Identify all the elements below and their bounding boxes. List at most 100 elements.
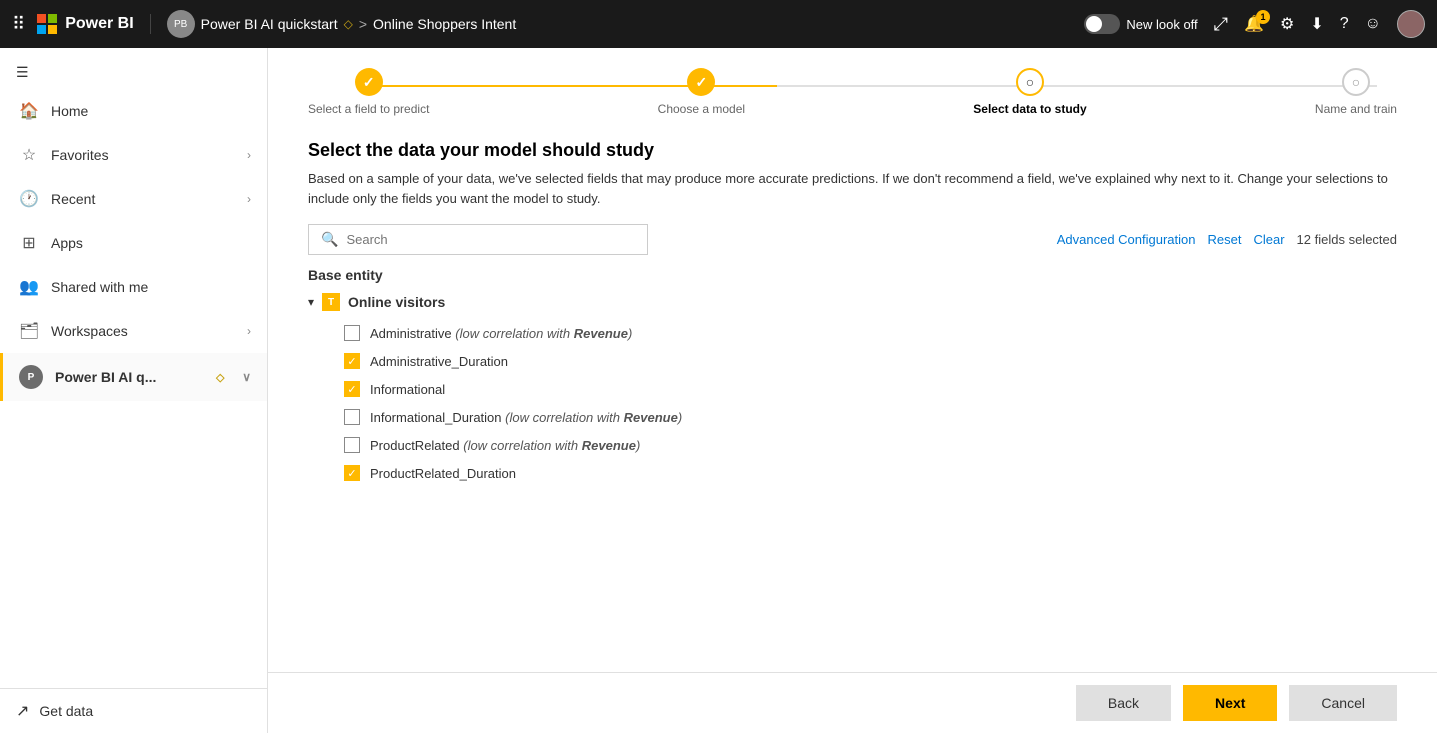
sidebar-item-recent[interactable]: 🕐 Recent › [0,177,267,221]
field-item-info-duration: Informational_Duration (low correlation … [308,403,1377,431]
checkbox-product-related[interactable] [344,437,360,453]
new-look-label: New look off [1126,17,1197,32]
user-avatar[interactable] [1397,10,1425,38]
workspaces-icon: 🗂 [19,321,39,341]
download-icon[interactable]: ⬇ [1310,14,1323,34]
actions-right: Advanced Configuration Reset Clear 12 fi… [1057,232,1397,247]
chevron-recent-icon: › [247,192,251,206]
entity-label: Base entity [308,267,1377,283]
breadcrumb-workspace-name[interactable]: Power BI AI quickstart [201,16,338,32]
step4-label: Name and train [1315,102,1397,116]
wizard-step-3[interactable]: ○ Select data to study [973,68,1086,116]
help-icon[interactable]: ? [1340,15,1349,33]
checkbox-product-duration[interactable] [344,465,360,481]
field-item-administrative: Administrative (low correlation with Rev… [308,319,1377,347]
checkbox-informational[interactable] [344,381,360,397]
clear-link[interactable]: Clear [1253,232,1284,247]
checkbox-administrative[interactable] [344,325,360,341]
expand-icon[interactable]: ⤢ [1214,14,1228,35]
step4-circle: ○ [1342,68,1370,96]
sidebar-item-workspaces[interactable]: 🗂 Workspaces › [0,309,267,353]
breadcrumb-separator: > [359,16,367,32]
entity-section: Base entity ▾ T Online visitors Administ… [308,267,1397,487]
chevron-pbi-ai-icon[interactable]: ∨ [242,370,251,384]
step1-label: Select a field to predict [308,102,429,116]
settings-icon[interactable]: ⚙ [1280,14,1294,34]
step3-circle: ○ [1016,68,1044,96]
section-description: Based on a sample of your data, we've se… [308,169,1397,208]
sidebar-item-home[interactable]: 🏠 Home [0,89,267,133]
sidebar-label-workspaces: Workspaces [51,323,235,339]
brand-name: Power BI [65,15,133,33]
sidebar-item-apps[interactable]: ⊞ Apps [0,221,267,265]
get-data-icon: ↗ [16,701,29,721]
fields-selected-count: 12 fields selected [1297,232,1397,247]
sidebar-label-apps: Apps [51,235,251,251]
sidebar-nav: 🏠 Home ☆ Favorites › 🕐 Recent › ⊞ Apps 👥… [0,89,267,688]
field-label-admin-duration: Administrative_Duration [370,354,508,369]
checkbox-admin-duration[interactable] [344,353,360,369]
field-item-admin-duration: Administrative_Duration [308,347,1377,375]
search-box[interactable]: 🔍 [308,224,648,255]
step1-circle: ✓ [355,68,383,96]
search-actions-row: 🔍 Advanced Configuration Reset Clear 12 … [308,224,1397,255]
breadcrumb: PB Power BI AI quickstart ◇ > Online Sho… [167,10,1077,38]
diamond-workspace-icon: ◇ [210,371,230,384]
sidebar-label-recent: Recent [51,191,235,207]
chevron-workspaces-icon: › [247,324,251,338]
apps-icon: ⊞ [19,233,39,253]
collapse-icon[interactable]: ▾ [308,295,314,309]
entity-group-header: ▾ T Online visitors [308,293,1377,311]
hamburger-menu[interactable]: ☰ [0,48,267,89]
breadcrumb-current: Online Shoppers Intent [373,16,516,32]
footer: Back Next Cancel [268,672,1437,733]
field-label-product-duration: ProductRelated_Duration [370,466,516,481]
main-layout: ☰ 🏠 Home ☆ Favorites › 🕐 Recent › ⊞ Apps [0,48,1437,733]
field-item-informational: Informational [308,375,1377,403]
sidebar-item-shared[interactable]: 👥 Shared with me [0,265,267,309]
field-label-product-related: ProductRelated (low correlation with Rev… [370,438,640,453]
next-button[interactable]: Next [1183,685,1277,721]
grid-icon[interactable]: ⠿ [12,14,25,35]
step3-label: Select data to study [973,102,1086,116]
back-button[interactable]: Back [1076,685,1171,721]
top-nav: ⠿ Power BI PB Power BI AI quickstart ◇ >… [0,0,1437,48]
sidebar-label-pbi-ai: Power BI AI q... [55,369,198,385]
entity-group: ▾ T Online visitors Administrative (low … [308,293,1377,487]
wizard-steps: ✓ Select a field to predict ✓ Choose a m… [268,48,1437,124]
search-input[interactable] [346,232,635,247]
get-data-button[interactable]: ↗ Get data [16,701,251,721]
workspace-avatar: PB [167,10,195,38]
notification-icon[interactable]: 🔔 1 [1244,14,1264,34]
shared-icon: 👥 [19,277,39,297]
sidebar-item-pbi-ai[interactable]: P Power BI AI q... ◇ ∨ [0,353,267,401]
sidebar-item-favorites[interactable]: ☆ Favorites › [0,133,267,177]
new-look-toggle[interactable]: New look off [1084,14,1197,34]
section-title: Select the data your model should study [308,140,1397,161]
checkbox-info-duration[interactable] [344,409,360,425]
logo-area: Power BI [37,14,150,34]
field-item-product-related: ProductRelated (low correlation with Rev… [308,431,1377,459]
content-area: ✓ Select a field to predict ✓ Choose a m… [268,48,1437,733]
sidebar: ☰ 🏠 Home ☆ Favorites › 🕐 Recent › ⊞ Apps [0,48,268,733]
reset-link[interactable]: Reset [1208,232,1242,247]
cancel-button[interactable]: Cancel [1289,685,1397,721]
sidebar-label-favorites: Favorites [51,147,235,163]
wizard-step-2[interactable]: ✓ Choose a model [658,68,745,116]
toggle-track[interactable] [1084,14,1120,34]
chevron-favorites-icon: › [247,148,251,162]
top-nav-right: New look off ⤢ 🔔 1 ⚙ ⬇ ? ☺ [1084,10,1425,38]
home-icon: 🏠 [19,101,39,121]
diamond-icon: ◇ [344,17,353,31]
advanced-config-link[interactable]: Advanced Configuration [1057,232,1196,247]
step2-label: Choose a model [658,102,745,116]
microsoft-logo [37,14,57,34]
wizard-step-1[interactable]: ✓ Select a field to predict [308,68,429,116]
wizard-step-4[interactable]: ○ Name and train [1315,68,1397,116]
feedback-icon[interactable]: ☺ [1365,15,1381,33]
sidebar-label-shared: Shared with me [51,279,251,295]
get-data-label: Get data [39,703,93,719]
entity-color-icon: T [322,293,340,311]
field-item-product-duration: ProductRelated_Duration [308,459,1377,487]
entity-name: Online visitors [348,294,445,310]
